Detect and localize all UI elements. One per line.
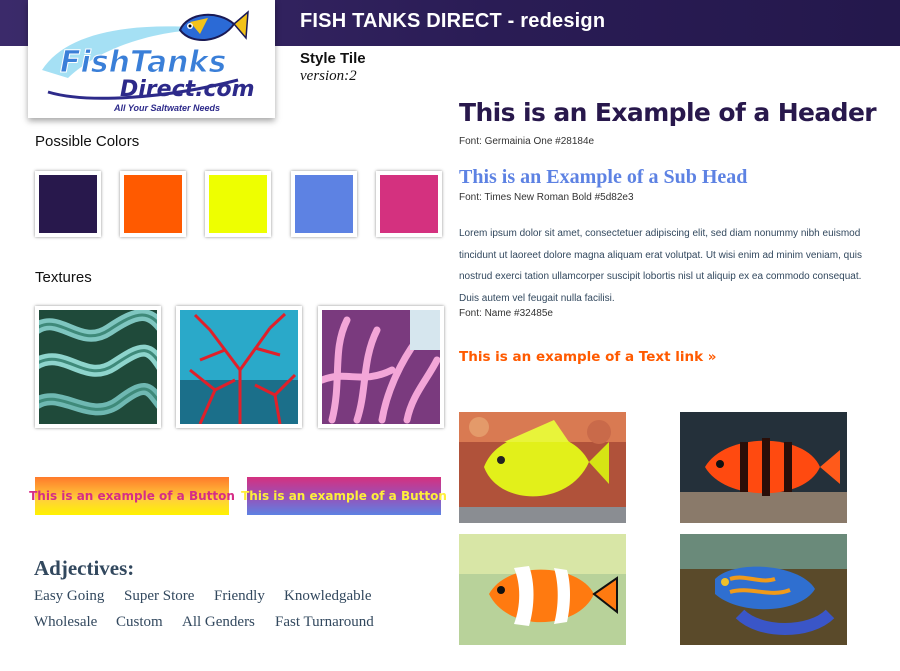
photo-yellow-tang bbox=[459, 412, 626, 523]
adjective: Knowledgable bbox=[284, 588, 372, 604]
adjective: Fast Turnaround bbox=[275, 614, 374, 630]
example-button-secondary[interactable]: This is an example of a Button bbox=[241, 477, 447, 515]
logo-line1: FishTanks bbox=[60, 45, 226, 80]
adjective: Wholesale bbox=[34, 614, 98, 630]
version-label: version:2 bbox=[300, 68, 357, 84]
color-swatch-2 bbox=[120, 171, 186, 237]
texture-anemone bbox=[318, 306, 444, 428]
colors-heading: Possible Colors bbox=[35, 133, 140, 150]
adjective: All Genders bbox=[182, 614, 255, 630]
color-swatch-1 bbox=[35, 171, 101, 237]
example-text-link[interactable]: This is an example of a Text link » bbox=[459, 349, 717, 365]
page-title: FISH TANKS DIRECT - redesign bbox=[300, 10, 606, 32]
textures-heading: Textures bbox=[35, 269, 92, 286]
texture-brain-coral bbox=[35, 306, 161, 428]
color-swatch-4 bbox=[291, 171, 357, 237]
example-subhead: This is an Example of a Sub Head bbox=[459, 166, 748, 188]
adjective: Easy Going bbox=[34, 588, 105, 604]
subhead-font-caption: Font: Times New Roman Bold #5d82e3 bbox=[459, 192, 634, 203]
example-body-text: Lorem ipsum dolor sit amet, consectetuer… bbox=[459, 228, 862, 304]
logo[interactable]: FishTanks Direct.com All Your Saltwater … bbox=[28, 0, 275, 118]
photo-flame-angelfish bbox=[680, 412, 847, 523]
color-swatch-5 bbox=[376, 171, 442, 237]
adjective: Super Store bbox=[124, 588, 195, 604]
logo-tagline: All Your Saltwater Needs bbox=[113, 103, 220, 113]
header-font-caption: Font: Germainia One #28184e bbox=[459, 136, 595, 147]
logo-line2: Direct.com bbox=[120, 77, 255, 102]
body-font-caption: Font: Name #32485e bbox=[459, 308, 553, 319]
style-tile-title: Style Tile bbox=[300, 50, 366, 67]
texture-red-sea-fan bbox=[176, 306, 302, 428]
photo-clownfish bbox=[459, 534, 626, 645]
adjectives-heading: Adjectives: bbox=[34, 556, 135, 580]
color-swatch-3 bbox=[205, 171, 271, 237]
photo-mandarinfish bbox=[680, 534, 847, 645]
adjective: Friendly bbox=[214, 588, 265, 604]
example-button-primary[interactable]: This is an example of a Button bbox=[29, 477, 235, 515]
adjective: Custom bbox=[116, 614, 163, 630]
example-header: This is an Example of a Header bbox=[459, 98, 877, 127]
